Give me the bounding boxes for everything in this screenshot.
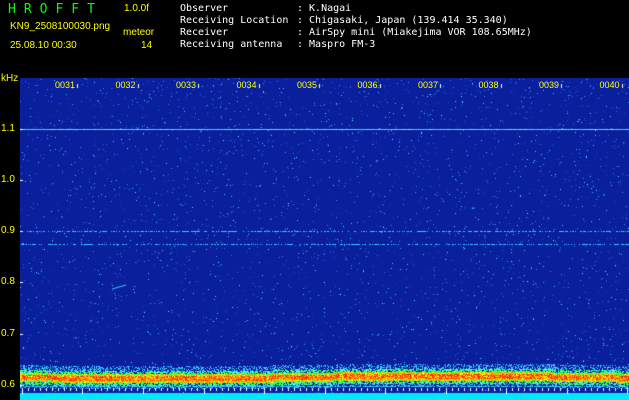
receiver-value: : AirSpy mini (Miakejima VOR 108.65MHz) [297, 27, 532, 38]
time-label: 0033 [176, 80, 197, 90]
time-label: 0031 [55, 80, 76, 90]
time-label: 0039 [539, 80, 560, 90]
time-label: 0040 [599, 80, 620, 90]
frequency-unit-label: kHz [1, 73, 19, 84]
location-label: Receiving Location [180, 15, 289, 26]
version-label: 1.0.0f [124, 3, 150, 14]
time-label: 0034 [236, 80, 257, 90]
y-tick-label: 1.1 [1, 123, 15, 135]
spectrogram-canvas[interactable] [20, 78, 629, 400]
meteor-count: 14 [141, 40, 153, 51]
y-tick-label: 0.9 [1, 225, 15, 237]
mode-label: meteor [123, 27, 155, 38]
datetime-label: 25.08.10 00:30 [10, 40, 77, 51]
y-tick-label: 0.8 [1, 276, 15, 288]
y-tick-label: 0.6 [1, 378, 15, 390]
receiver-label: Receiver [180, 27, 229, 38]
time-label: 0038 [478, 80, 499, 90]
antenna-value: : Maspro FM-3 [297, 39, 376, 50]
hrofft-window: HROFFT 1.0.0f KN9_2508100030.png meteor … [0, 0, 629, 400]
time-label: 0037 [418, 80, 439, 90]
app-title: HROFFT [8, 2, 103, 17]
time-label: 0032 [115, 80, 136, 90]
time-label: 0036 [357, 80, 378, 90]
antenna-label: Receiving antenna [180, 39, 283, 50]
filename-label: KN9_2508100030.png [10, 21, 111, 32]
y-tick-label: 1.0 [1, 174, 15, 186]
observer-label: Observer [180, 3, 229, 14]
location-value: : Chigasaki, Japan (139.414 35.340) [297, 15, 508, 26]
time-label: 0035 [297, 80, 318, 90]
y-tick-label: 0.7 [1, 327, 15, 339]
observer-value: : K.Nagai [297, 3, 352, 14]
